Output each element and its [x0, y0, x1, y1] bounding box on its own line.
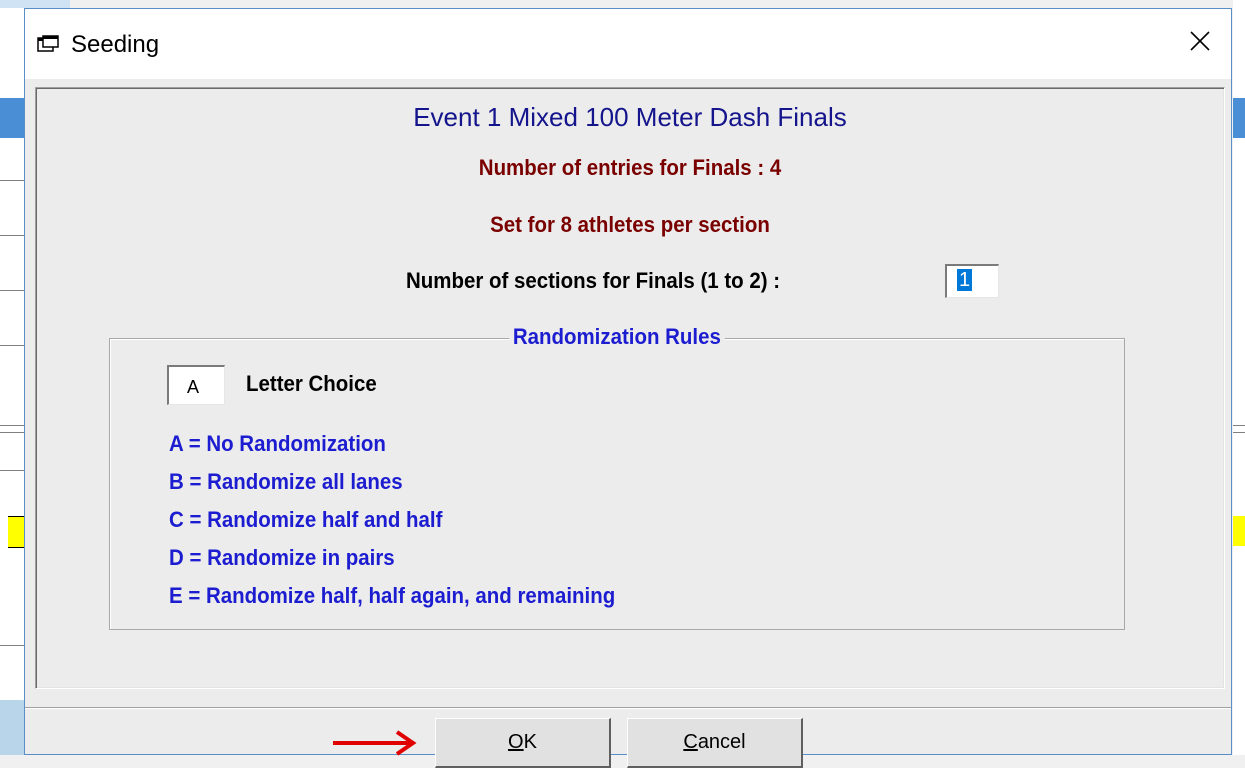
- entries-count-text: Number of entries for Finals : 4: [478, 155, 782, 180]
- background-line: [0, 345, 24, 346]
- sections-label: Number of sections for Finals (1 to 2) :: [406, 268, 781, 293]
- ok-label: K: [523, 731, 537, 753]
- rule-item: C = Randomize half and half: [169, 507, 443, 532]
- rule-item: B = Randomize all lanes: [169, 469, 403, 494]
- background-line: [0, 290, 24, 291]
- ok-button[interactable]: OK: [435, 718, 611, 768]
- title-bar[interactable]: Seeding: [25, 9, 1231, 79]
- letter-choice-input[interactable]: A: [167, 365, 225, 405]
- event-title: Event 1 Mixed 100 Meter Dash Finals: [413, 102, 847, 132]
- randomization-rules-group: Randomization Rules A Letter Choice A = …: [109, 324, 1125, 630]
- athletes-per-section-text: Set for 8 athletes per section: [490, 212, 770, 237]
- background-app-right: [1233, 0, 1245, 755]
- dialog-client-area: Event 1 Mixed 100 Meter Dash Finals Numb…: [25, 79, 1231, 768]
- background-line: [0, 235, 24, 236]
- randomization-rules-list: A = No Randomization B = Randomize all l…: [169, 425, 649, 615]
- rule-item: D = Randomize in pairs: [169, 545, 395, 570]
- background-highlight: [0, 98, 24, 138]
- background-yellow-row: [8, 516, 24, 548]
- rule-item: E = Randomize half, half again, and rema…: [169, 583, 616, 608]
- rule-item: A = No Randomization: [169, 431, 386, 456]
- background-line: [0, 470, 24, 471]
- seeding-window-icon: [37, 35, 59, 53]
- cancel-button[interactable]: Cancel: [627, 718, 803, 768]
- background-yellow-row: [1233, 516, 1245, 546]
- letter-choice-label: Letter Choice: [246, 371, 377, 396]
- background-line: [1233, 425, 1245, 426]
- button-bar: OK Cancel: [25, 707, 1231, 768]
- red-arrow-icon: [331, 730, 427, 761]
- sections-input-value: 1: [957, 269, 973, 291]
- background-line: [0, 180, 24, 181]
- background-strip: [0, 0, 70, 8]
- background-line: [0, 425, 24, 426]
- close-icon: [1189, 30, 1211, 57]
- seeding-dialog: Seeding Event 1 Mixed 100 Meter Dash Fin…: [24, 8, 1232, 768]
- background-app-left: [0, 0, 70, 755]
- sections-input[interactable]: 1: [945, 264, 999, 298]
- background-line: [0, 645, 24, 646]
- cancel-label: ancel: [697, 731, 746, 753]
- cancel-accelerator: C: [683, 731, 698, 753]
- background-line: [1233, 432, 1245, 433]
- seeding-panel: Event 1 Mixed 100 Meter Dash Finals Numb…: [35, 87, 1225, 689]
- randomization-legend: Randomization Rules: [110, 324, 1124, 350]
- close-button[interactable]: [1177, 23, 1223, 63]
- background-line: [0, 432, 24, 433]
- background-highlight: [1233, 98, 1245, 138]
- window-title: Seeding: [71, 31, 160, 58]
- ok-accelerator: O: [508, 731, 524, 753]
- randomization-legend-text: Randomization Rules: [509, 324, 725, 350]
